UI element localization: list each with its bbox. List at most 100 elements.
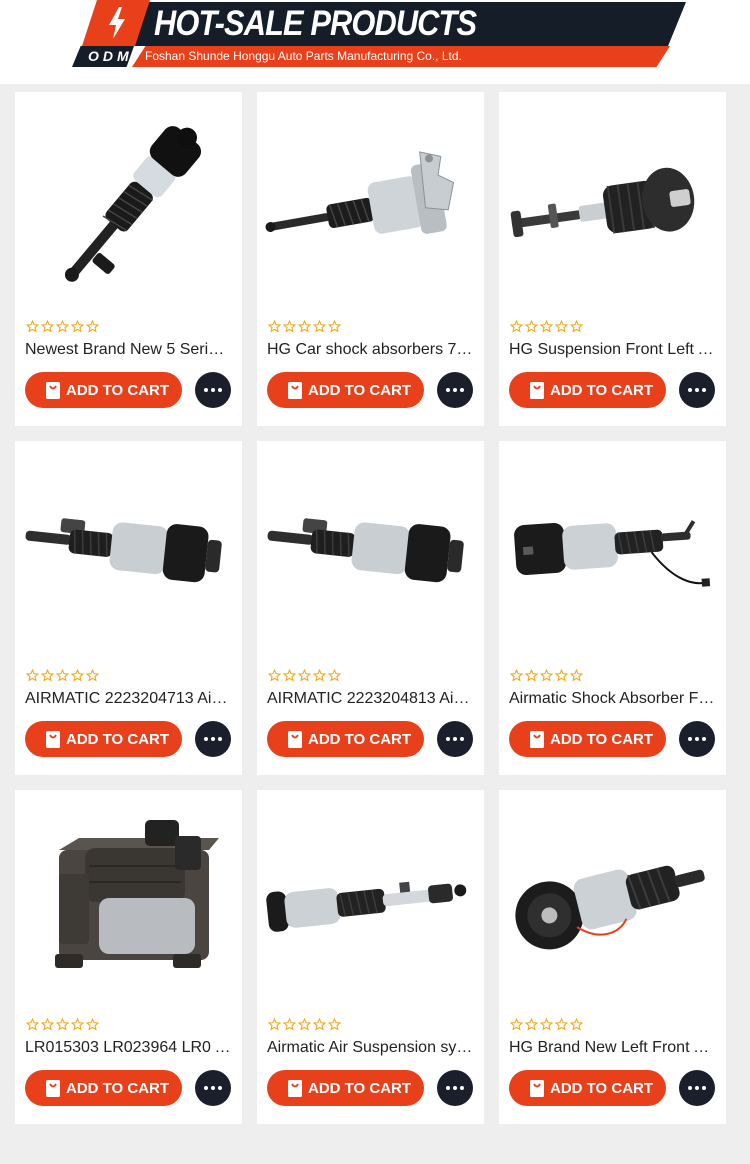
product-name[interactable]: HG Suspension Front Left Air Strut bbox=[509, 340, 715, 360]
more-options-button[interactable] bbox=[679, 1070, 715, 1106]
more-options-button[interactable] bbox=[437, 372, 473, 408]
product-image[interactable] bbox=[15, 92, 242, 314]
more-options-button[interactable] bbox=[195, 721, 231, 757]
add-to-cart-button[interactable]: ADD TO CART bbox=[25, 372, 182, 408]
star-outline-icon bbox=[26, 1018, 39, 1031]
star-outline-icon bbox=[540, 669, 553, 682]
star-outline-icon bbox=[525, 320, 538, 333]
more-options-button[interactable] bbox=[679, 372, 715, 408]
product-card: LR015303 LR023964 LR0 Air Compressor ADD… bbox=[15, 790, 242, 1124]
product-name[interactable]: Newest Brand New 5 Series Rear Air Suspe… bbox=[25, 340, 231, 360]
product-name[interactable]: LR015303 LR023964 LR0 Air Compressor bbox=[25, 1038, 231, 1058]
product-card: HG Suspension Front Left Air Strut ADD T… bbox=[499, 92, 726, 426]
shopping-bag-icon bbox=[530, 381, 544, 399]
add-to-cart-button[interactable]: ADD TO CART bbox=[25, 1070, 182, 1106]
more-options-icon bbox=[453, 737, 457, 741]
more-options-button[interactable] bbox=[195, 1070, 231, 1106]
product-image[interactable] bbox=[499, 92, 726, 314]
star-outline-icon bbox=[268, 669, 281, 682]
more-options-icon bbox=[211, 388, 215, 392]
star-outline-icon bbox=[555, 669, 568, 682]
add-to-cart-button[interactable]: ADD TO CART bbox=[25, 721, 182, 757]
product-image[interactable] bbox=[15, 790, 242, 1012]
shopping-bag-icon bbox=[530, 730, 544, 748]
star-outline-icon bbox=[570, 320, 583, 333]
product-card: Airmatic Shock Absorber Front Left ADD T… bbox=[499, 441, 726, 775]
add-to-cart-label: ADD TO CART bbox=[66, 730, 170, 748]
star-outline-icon bbox=[525, 1018, 538, 1031]
add-to-cart-label: ADD TO CART bbox=[66, 381, 170, 399]
product-image[interactable] bbox=[499, 790, 726, 1012]
product-card: AIRMATIC 2223204813 Air Suspension Strut… bbox=[257, 441, 484, 775]
banner-title: HOT-SALE PRODUCTS bbox=[154, 4, 477, 43]
more-options-button[interactable] bbox=[679, 721, 715, 757]
shopping-bag-icon bbox=[288, 381, 302, 399]
more-options-icon bbox=[688, 737, 692, 741]
add-to-cart-label: ADD TO CART bbox=[550, 1079, 654, 1097]
star-outline-icon bbox=[328, 1018, 341, 1031]
product-card: Newest Brand New 5 Series Rear Air Suspe… bbox=[15, 92, 242, 426]
more-options-icon bbox=[695, 388, 699, 392]
star-outline-icon bbox=[298, 669, 311, 682]
shopping-bag-icon bbox=[46, 1079, 60, 1097]
star-outline-icon bbox=[298, 320, 311, 333]
more-options-icon bbox=[446, 388, 450, 392]
add-to-cart-button[interactable]: ADD TO CART bbox=[509, 1070, 666, 1106]
star-outline-icon bbox=[41, 320, 54, 333]
product-image[interactable] bbox=[15, 441, 242, 663]
star-outline-icon bbox=[283, 1018, 296, 1031]
star-outline-icon bbox=[86, 320, 99, 333]
star-outline-icon bbox=[86, 669, 99, 682]
star-outline-icon bbox=[313, 669, 326, 682]
rating-stars bbox=[510, 320, 583, 334]
more-options-button[interactable] bbox=[437, 1070, 473, 1106]
more-options-icon bbox=[688, 388, 692, 392]
product-image[interactable] bbox=[257, 441, 484, 663]
more-options-icon bbox=[702, 388, 706, 392]
add-to-cart-label: ADD TO CART bbox=[308, 1079, 412, 1097]
product-name[interactable]: AIRMATIC 2223204813 Air Suspension Strut bbox=[267, 689, 473, 709]
more-options-button[interactable] bbox=[195, 372, 231, 408]
add-to-cart-button[interactable]: ADD TO CART bbox=[509, 721, 666, 757]
product-image[interactable] bbox=[257, 790, 484, 1012]
product-grid: Newest Brand New 5 Series Rear Air Suspe… bbox=[15, 92, 726, 1124]
shopping-bag-icon bbox=[288, 1079, 302, 1097]
star-outline-icon bbox=[328, 320, 341, 333]
more-options-icon bbox=[688, 1086, 692, 1090]
product-name[interactable]: HG Brand New Left Front Air Strut bbox=[509, 1038, 715, 1058]
product-name[interactable]: HG Car shock absorbers 7L8616019 Air Sus… bbox=[267, 340, 473, 360]
shopping-bag-icon bbox=[46, 381, 60, 399]
add-to-cart-button[interactable]: ADD TO CART bbox=[267, 1070, 424, 1106]
star-outline-icon bbox=[268, 320, 281, 333]
rating-stars bbox=[268, 1018, 341, 1032]
add-to-cart-button[interactable]: ADD TO CART bbox=[509, 372, 666, 408]
more-options-icon bbox=[453, 388, 457, 392]
more-options-icon bbox=[204, 1086, 208, 1090]
star-outline-icon bbox=[283, 320, 296, 333]
more-options-icon bbox=[453, 1086, 457, 1090]
more-options-icon bbox=[211, 1086, 215, 1090]
star-outline-icon bbox=[56, 1018, 69, 1031]
more-options-icon bbox=[695, 1086, 699, 1090]
product-name[interactable]: AIRMATIC 2223204713 Air Suspension Strut bbox=[25, 689, 231, 709]
add-to-cart-label: ADD TO CART bbox=[308, 381, 412, 399]
product-card: HG Car shock absorbers 7L8616019 Air Sus… bbox=[257, 92, 484, 426]
more-options-icon bbox=[446, 1086, 450, 1090]
product-image[interactable] bbox=[499, 441, 726, 663]
add-to-cart-button[interactable]: ADD TO CART bbox=[267, 721, 424, 757]
more-options-icon bbox=[702, 737, 706, 741]
star-outline-icon bbox=[525, 669, 538, 682]
add-to-cart-button[interactable]: ADD TO CART bbox=[267, 372, 424, 408]
rating-stars bbox=[510, 669, 583, 683]
product-name[interactable]: Airmatic Shock Absorber Front Left bbox=[509, 689, 715, 709]
star-outline-icon bbox=[71, 320, 84, 333]
more-options-button[interactable] bbox=[437, 721, 473, 757]
star-outline-icon bbox=[313, 320, 326, 333]
add-to-cart-label: ADD TO CART bbox=[550, 381, 654, 399]
product-image[interactable] bbox=[257, 92, 484, 314]
product-name[interactable]: Airmatic Air Suspension system Strut bbox=[267, 1038, 473, 1058]
add-to-cart-label: ADD TO CART bbox=[550, 730, 654, 748]
star-outline-icon bbox=[328, 669, 341, 682]
star-outline-icon bbox=[510, 320, 523, 333]
more-options-icon bbox=[218, 388, 222, 392]
